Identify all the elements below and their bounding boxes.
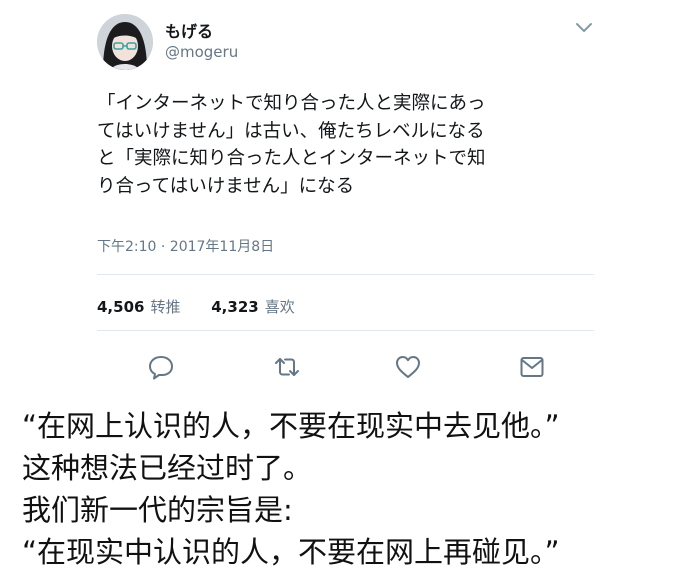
author-handle[interactable]: @mogeru: [165, 43, 238, 61]
like-label: 喜欢: [264, 298, 295, 316]
retweet-label: 转推: [150, 298, 181, 316]
heart-icon[interactable]: [394, 353, 422, 381]
divider: [97, 274, 594, 275]
chevron-down-icon[interactable]: [574, 20, 594, 36]
tweet-stats: 4,506 转推 4,323 喜欢: [97, 296, 295, 317]
avatar[interactable]: [97, 14, 153, 70]
caption-line: 这种想法已经过时了。: [22, 451, 313, 485]
caption-line: 我们新一代的宗旨是:: [22, 493, 293, 527]
retweet-stat[interactable]: 4,506 转推: [97, 296, 180, 317]
reply-icon[interactable]: [147, 353, 175, 381]
author-display-name[interactable]: もげる: [165, 18, 213, 42]
retweet-count: 4,506: [97, 298, 145, 316]
tweet-text-line: と「実際に知り合った人とインターネットで知: [97, 148, 486, 169]
caption-line: “在网上认识的人，不要在现实中去见他。”: [22, 409, 560, 443]
like-stat[interactable]: 4,323 喜欢: [211, 296, 294, 317]
envelope-icon[interactable]: [518, 353, 546, 381]
tweet-card: もげる @mogeru 「インターネットで知り合った人と実際にあっ てはいけませ…: [0, 0, 690, 395]
caption-line: “在现实中认识的人，不要在网上再碰见。”: [22, 535, 560, 569]
divider: [97, 330, 594, 331]
tweet-text-line: 「インターネットで知り合った人と実際にあっ: [97, 93, 486, 114]
retweet-icon[interactable]: [273, 353, 301, 381]
tweet-text: 「インターネットで知り合った人と実際にあっ てはいけません」は古い、俺たちレベル…: [97, 90, 597, 200]
tweet-text-line: り合ってはいけません」になる: [97, 175, 355, 197]
avatar-image: [97, 14, 153, 70]
like-count: 4,323: [211, 298, 259, 316]
tweet-text-line: てはいけません」は古い、俺たちレベルになる: [97, 120, 485, 142]
caption: “在网上认识的人，不要在现实中去见他。” 这种想法已经过时了。 我们新一代的宗旨…: [22, 405, 682, 573]
tweet-timestamp[interactable]: 下午2:10 · 2017年11月8日: [97, 236, 274, 256]
